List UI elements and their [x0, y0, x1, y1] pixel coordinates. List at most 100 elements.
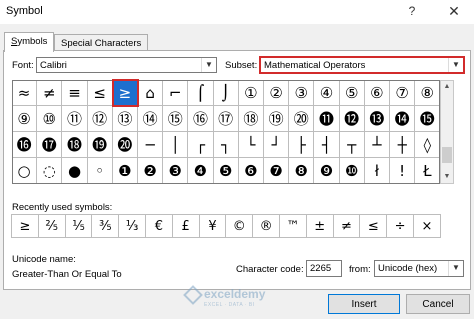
symbol-cell[interactable]: ⑦ — [390, 80, 416, 106]
recent-symbol-cell[interactable]: ™ — [279, 214, 307, 238]
symbol-cell[interactable]: ❿ — [339, 158, 365, 184]
symbol-cell[interactable]: ⑫ — [87, 106, 113, 132]
recent-symbol-cell[interactable]: © — [225, 214, 254, 238]
symbol-cell[interactable]: ⑧ — [415, 80, 441, 106]
symbol-cell[interactable]: ❽ — [289, 158, 315, 184]
cancel-button[interactable]: Cancel — [406, 294, 470, 314]
symbol-cell[interactable]: ⑭ — [138, 106, 164, 132]
symbol-cell[interactable]: ① — [238, 80, 264, 106]
symbol-cell[interactable]: ③ — [289, 80, 315, 106]
scroll-thumb[interactable] — [442, 147, 452, 163]
symbol-cell[interactable]: ○ — [12, 158, 38, 184]
symbol-cell[interactable]: ├ — [289, 132, 315, 158]
symbol-cell[interactable]: ⑱ — [238, 106, 264, 132]
recent-symbol-cell[interactable]: ≥ — [11, 214, 39, 238]
recent-symbol-cell[interactable]: ⅕ — [64, 214, 93, 238]
symbol-cell[interactable]: ⑯ — [188, 106, 214, 132]
grid-scrollbar[interactable]: ▲ ▼ — [440, 80, 454, 184]
recent-symbol-cell[interactable]: ⅓ — [118, 214, 146, 238]
recent-symbol-cell[interactable]: ≠ — [332, 214, 361, 238]
recent-symbol-cell[interactable]: ≤ — [359, 214, 388, 238]
recent-symbol-cell[interactable]: ± — [305, 214, 334, 238]
symbol-cell[interactable]: ┴ — [364, 132, 390, 158]
symbol-cell[interactable]: ❶ — [112, 158, 138, 184]
symbol-cell[interactable]: ǃ — [390, 158, 416, 184]
symbol-cell[interactable]: │ — [163, 132, 189, 158]
symbol-cell[interactable]: ≥ — [111, 79, 139, 107]
symbol-cell[interactable]: ⓱ — [37, 132, 63, 158]
symbol-cell[interactable]: ⑬ — [112, 106, 138, 132]
symbol-cell[interactable]: ⓴ — [112, 132, 138, 158]
symbol-cell[interactable]: ┌ — [188, 132, 214, 158]
symbol-cell[interactable]: ⌡ — [213, 80, 239, 106]
symbol-cell[interactable]: Ł — [415, 158, 441, 184]
symbol-cell[interactable]: ≠ — [37, 80, 63, 106]
insert-button[interactable]: Insert — [328, 294, 400, 314]
symbol-cell[interactable]: ┐ — [213, 132, 239, 158]
recent-symbol-cell[interactable]: ¥ — [198, 214, 227, 238]
symbol-cell[interactable]: ≈ — [12, 80, 38, 106]
symbol-cell[interactable]: ❻ — [238, 158, 264, 184]
symbol-cell[interactable]: ⓳ — [87, 132, 113, 158]
tab-special-characters[interactable]: Special Characters — [54, 34, 149, 51]
recent-symbol-cell[interactable]: ⅖ — [37, 214, 66, 238]
close-button[interactable]: ✕ — [440, 1, 468, 21]
symbol-cell[interactable]: ⑨ — [12, 106, 38, 132]
symbol-cell[interactable]: ⌠ — [188, 80, 214, 106]
symbol-cell[interactable]: ┬ — [339, 132, 365, 158]
symbol-cell[interactable]: ◊ — [415, 132, 441, 158]
symbol-cell[interactable]: ⑪ — [62, 106, 88, 132]
symbol-cell[interactable]: ❹ — [188, 158, 214, 184]
symbol-cell[interactable]: ⓲ — [62, 132, 88, 158]
recent-symbol-cell[interactable]: ⅗ — [91, 214, 120, 238]
symbol-cell[interactable]: ł — [364, 158, 390, 184]
chevron-down-icon: ▼ — [201, 58, 216, 72]
symbol-cell[interactable]: ≡ — [62, 80, 88, 106]
font-dropdown[interactable]: Calibri ▼ — [36, 57, 217, 73]
symbol-cell[interactable]: ⑤ — [339, 80, 365, 106]
symbol-cell[interactable]: ⑲ — [264, 106, 290, 132]
symbol-cell[interactable]: ⑳ — [289, 106, 315, 132]
symbol-cell[interactable]: ⓫ — [314, 106, 340, 132]
symbol-cell[interactable]: ┤ — [314, 132, 340, 158]
symbol-cell[interactable]: ❼ — [264, 158, 290, 184]
symbol-cell[interactable]: ❾ — [314, 158, 340, 184]
symbol-cell[interactable]: ● — [62, 158, 88, 184]
symbol-cell[interactable]: ⌐ — [163, 80, 189, 106]
symbol-cell[interactable]: ⌂ — [138, 80, 164, 106]
symbol-cell[interactable]: ⑰ — [213, 106, 239, 132]
recent-symbol-cell[interactable]: € — [145, 214, 173, 238]
symbol-cell[interactable]: ◌ — [37, 158, 63, 184]
symbol-cell[interactable]: ⑩ — [37, 106, 63, 132]
symbol-cell[interactable]: ⑮ — [163, 106, 189, 132]
symbol-cell[interactable]: └ — [238, 132, 264, 158]
help-button[interactable]: ? — [400, 1, 424, 21]
symbol-cell[interactable]: ┼ — [390, 132, 416, 158]
character-code-input[interactable]: 2265 — [306, 260, 342, 277]
tab-symbols[interactable]: Symbols — [4, 32, 55, 52]
symbol-cell[interactable]: ⓰ — [12, 132, 38, 158]
symbol-cell[interactable]: ◦ — [87, 158, 113, 184]
symbol-cell[interactable]: ⓭ — [364, 106, 390, 132]
symbol-cell[interactable]: ④ — [314, 80, 340, 106]
recent-symbol-cell[interactable]: × — [413, 214, 441, 238]
symbol-cell[interactable]: ⓯ — [415, 106, 441, 132]
symbol-cell[interactable]: ⑥ — [364, 80, 390, 106]
symbol-cell[interactable]: ❺ — [213, 158, 239, 184]
scroll-down-icon[interactable]: ▼ — [441, 171, 453, 183]
recent-symbol-cell[interactable]: ÷ — [386, 214, 414, 238]
symbol-cell[interactable]: ≤ — [87, 80, 113, 106]
symbol-cell[interactable]: ─ — [138, 132, 164, 158]
recent-symbol-cell[interactable]: ® — [252, 214, 280, 238]
symbol-cell[interactable]: ❸ — [163, 158, 189, 184]
scroll-up-icon[interactable]: ▲ — [441, 81, 453, 93]
subset-dropdown[interactable]: Mathematical Operators ▼ — [259, 56, 465, 74]
symbol-cell[interactable]: ⓮ — [390, 106, 416, 132]
subset-label: Subset: — [225, 60, 258, 71]
symbol-cell[interactable]: ❷ — [138, 158, 164, 184]
symbol-cell[interactable]: ┘ — [264, 132, 290, 158]
from-dropdown[interactable]: Unicode (hex) ▼ — [374, 260, 464, 277]
recent-symbol-cell[interactable]: £ — [171, 214, 200, 238]
symbol-cell[interactable]: ② — [264, 80, 290, 106]
symbol-cell[interactable]: ⓬ — [339, 106, 365, 132]
